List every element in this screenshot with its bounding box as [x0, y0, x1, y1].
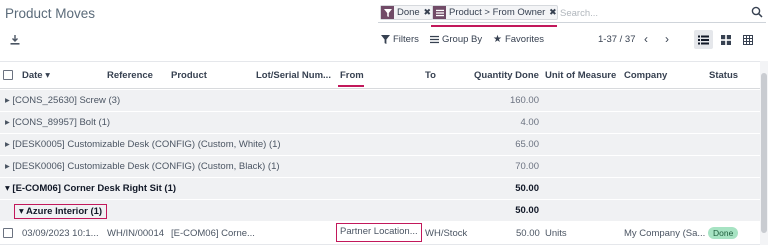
kanban-view-button[interactable]: [716, 30, 735, 49]
column-header-company[interactable]: Company: [624, 70, 667, 81]
highlight-underline: [338, 85, 364, 87]
search-facet-group-by[interactable]: Product > From Owner ✖: [432, 5, 559, 20]
status-badge: Done: [708, 227, 739, 239]
subgroup-label: ▾ Azure Interior (1): [14, 204, 108, 219]
cell-company: My Company (Sa...: [624, 228, 706, 239]
column-header-from[interactable]: From: [340, 70, 364, 81]
cell-to: WH/Stock: [425, 228, 468, 239]
column-header-to[interactable]: To: [425, 70, 436, 81]
star-icon: ★: [493, 34, 502, 45]
highlight-underline: [431, 25, 557, 27]
group-quantity: 65.00: [515, 139, 539, 150]
filter-icon: [381, 6, 394, 19]
group-by-button[interactable]: Group By: [430, 34, 482, 45]
cell-from: Partner Location...: [336, 223, 422, 242]
group-label: ▸ [CONS_89957] Bolt (1): [5, 117, 111, 128]
column-header-status[interactable]: Status: [709, 70, 738, 81]
group-quantity: 4.00: [520, 117, 540, 128]
pivot-view-button[interactable]: [738, 30, 757, 49]
vertical-scrollbar[interactable]: [760, 61, 768, 245]
cell-reference: WH/IN/00014: [107, 228, 165, 239]
subgroup-row-expanded[interactable]: ▾ Azure Interior (1) 50.00: [0, 200, 760, 222]
group-label: ▾ [E-COM06] Corner Desk Right Sit (1): [5, 183, 177, 194]
row-checkbox[interactable]: [3, 228, 13, 238]
group-by-icon: [433, 6, 446, 19]
group-quantity: 70.00: [515, 161, 539, 172]
cell-date: 03/09/2023 10:1...: [22, 228, 99, 239]
pager-next-icon[interactable]: ›: [665, 32, 669, 46]
group-by-label: Group By: [442, 34, 483, 45]
search-facet-done[interactable]: Done ✖: [380, 5, 433, 20]
group-row[interactable]: ▸ [CONS_25630] Screw (3) 160.00: [0, 90, 760, 112]
group-label: ▸ [CONS_25630] Screw (3): [5, 95, 121, 106]
remove-facet-icon[interactable]: ✖: [423, 6, 432, 19]
kanban-view-icon: [720, 34, 731, 45]
group-row[interactable]: ▸ [DESK0005] Customizable Desk (CONFIG) …: [0, 134, 760, 156]
group-row[interactable]: ▸ [DESK0006] Customizable Desk (CONFIG) …: [0, 156, 760, 178]
search-bar: Done ✖ Product > From Owner ✖: [378, 3, 766, 27]
facet-label: Product > From Owner: [449, 7, 546, 18]
column-header-product[interactable]: Product: [171, 70, 207, 81]
group-label: ▸ [DESK0006] Customizable Desk (CONFIG) …: [5, 161, 280, 172]
list-view-button[interactable]: [694, 30, 713, 49]
list-view-icon: [698, 35, 709, 44]
group-quantity: 160.00: [509, 95, 539, 106]
cell-unit-of-measure: Units: [545, 228, 567, 239]
table-header: Date ▾ Reference Product Lot/Serial Num.…: [0, 61, 760, 89]
group-row[interactable]: ▸ [CONS_89957] Bolt (1) 4.00: [0, 112, 760, 134]
search-icon[interactable]: [751, 6, 763, 18]
column-header-date[interactable]: Date ▾: [22, 70, 50, 81]
select-all-checkbox[interactable]: [3, 70, 13, 80]
group-row-expanded[interactable]: ▾ [E-COM06] Corner Desk Right Sit (1) 50…: [0, 178, 760, 200]
filters-button[interactable]: Filters: [381, 34, 419, 45]
table-row[interactable]: 03/09/2023 10:1... WH/IN/00014 [E-COM06]…: [0, 222, 760, 245]
filter-icon: [381, 35, 390, 44]
column-header-quantity-done[interactable]: Quantity Done: [474, 70, 539, 81]
page-title: Product Moves: [5, 6, 96, 21]
group-label: ▸ [DESK0005] Customizable Desk (CONFIG) …: [5, 139, 281, 150]
pager-previous-icon[interactable]: ‹: [644, 32, 648, 46]
download-icon[interactable]: [9, 34, 21, 46]
group-quantity: 50.00: [515, 183, 539, 194]
pager-value[interactable]: 1-37 / 37: [598, 34, 636, 45]
group-quantity: 50.00: [515, 205, 539, 216]
cell-product: [E-COM06] Corne...: [171, 228, 255, 239]
favorites-label: Favorites: [504, 34, 545, 45]
favorites-button[interactable]: ★ Favorites: [493, 34, 544, 45]
remove-facet-icon[interactable]: ✖: [548, 6, 557, 19]
scrollbar-thumb[interactable]: [761, 73, 767, 233]
filters-label: Filters: [393, 34, 419, 45]
cell-quantity-done: 50.00: [516, 228, 540, 239]
facet-label: Done: [397, 7, 420, 18]
column-header-reference[interactable]: Reference: [107, 70, 153, 81]
column-header-unit-of-measure[interactable]: Unit of Measure: [545, 70, 616, 81]
column-header-lot-serial[interactable]: Lot/Serial Num...: [256, 70, 331, 81]
search-input[interactable]: [560, 6, 740, 20]
group-by-icon: [430, 35, 439, 44]
pivot-view-icon: [742, 34, 753, 45]
